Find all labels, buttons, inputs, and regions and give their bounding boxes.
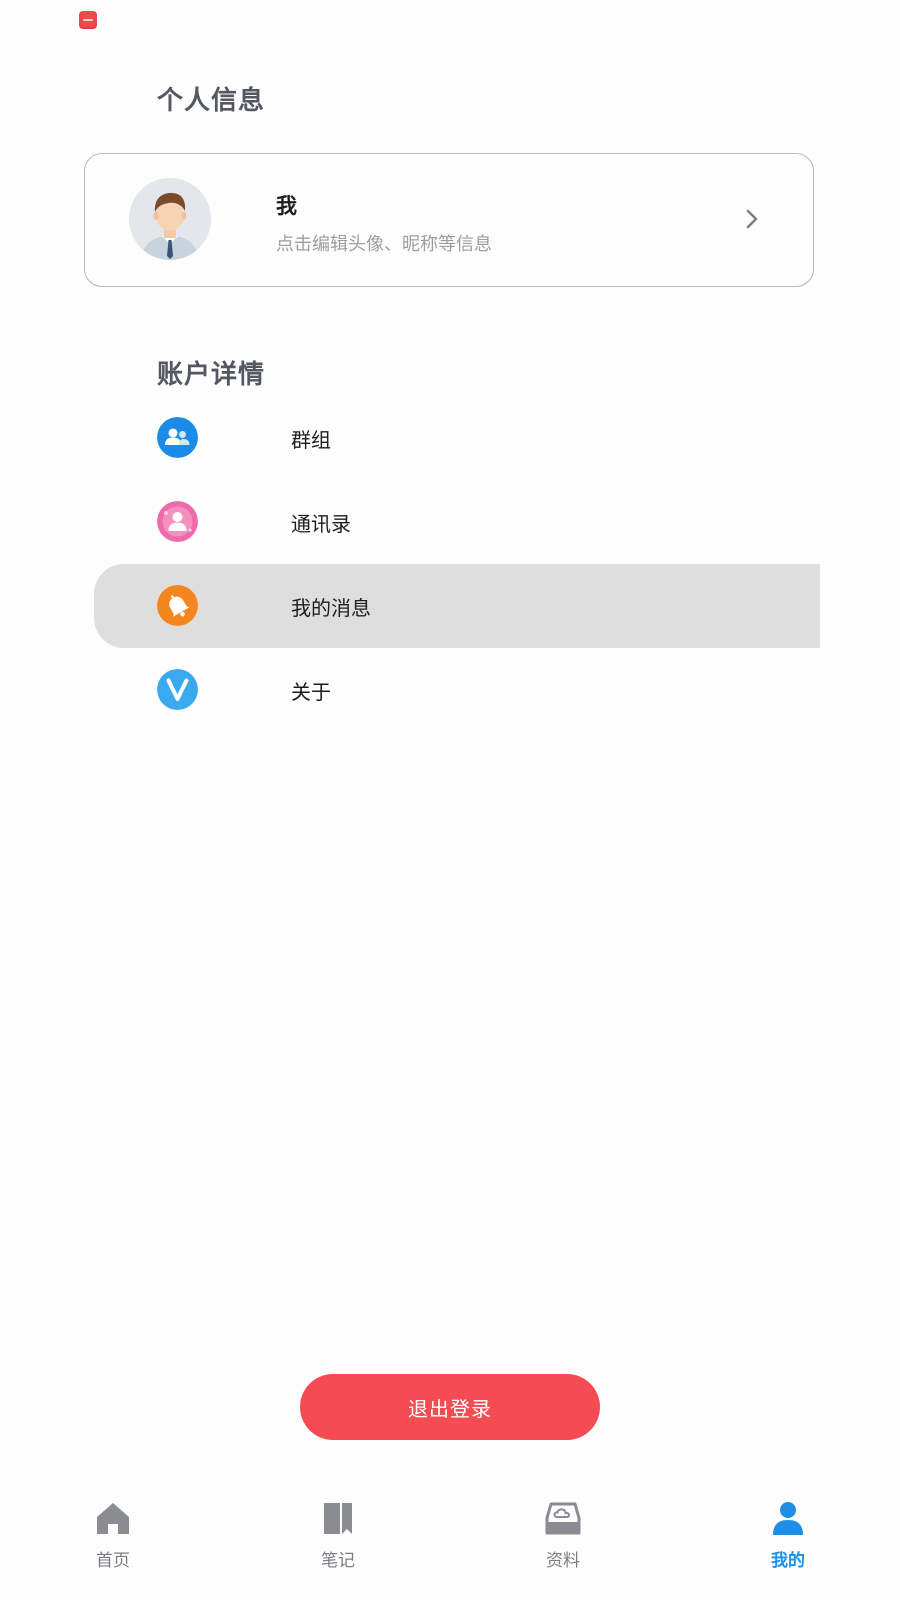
bottom-tab-bar: 首页 笔记 资料 我的 <box>0 1490 900 1600</box>
bell-icon <box>157 585 198 626</box>
tab-label-mine: 我的 <box>771 1551 805 1571</box>
contacts-icon <box>157 501 198 542</box>
tab-home[interactable]: 首页 <box>53 1490 173 1590</box>
tab-materials[interactable]: 资料 <box>503 1490 623 1590</box>
menu-label-my-messages: 我的消息 <box>291 596 371 620</box>
avatar <box>129 178 211 260</box>
tab-label-home: 首页 <box>96 1551 130 1571</box>
menu-label-groups: 群组 <box>291 428 331 452</box>
cloud-box-icon <box>545 1502 581 1535</box>
tab-label-notes: 笔记 <box>321 1551 355 1571</box>
logout-button[interactable]: 退出登录 <box>300 1374 600 1440</box>
home-icon <box>97 1503 129 1534</box>
chevron-right-icon <box>746 209 758 229</box>
menu-item-contacts[interactable]: 通讯录 <box>94 480 820 564</box>
tab-mine[interactable]: 我的 <box>728 1490 848 1590</box>
section-title-personal-info: 个人信息 <box>157 86 266 116</box>
profile-card[interactable]: 我 点击编辑头像、昵称等信息 <box>84 153 814 287</box>
status-bar-app-icon <box>79 11 97 29</box>
profile-hint: 点击编辑头像、昵称等信息 <box>276 234 492 255</box>
menu-label-about: 关于 <box>291 680 331 704</box>
profile-name: 我 <box>276 194 297 218</box>
avatar-person-icon <box>129 178 211 260</box>
menu-item-about[interactable]: 关于 <box>94 648 820 732</box>
menu-label-contacts: 通讯录 <box>291 512 351 536</box>
menu-item-groups[interactable]: 群组 <box>94 396 820 480</box>
tab-label-materials: 资料 <box>546 1551 580 1571</box>
group-icon <box>157 417 198 458</box>
section-title-account-details: 账户详情 <box>157 360 266 390</box>
person-icon <box>773 1502 803 1535</box>
tab-notes[interactable]: 笔记 <box>278 1490 398 1590</box>
notebook-icon <box>324 1503 352 1534</box>
menu-item-my-messages[interactable]: 我的消息 <box>94 564 820 648</box>
about-v-icon <box>157 669 198 710</box>
